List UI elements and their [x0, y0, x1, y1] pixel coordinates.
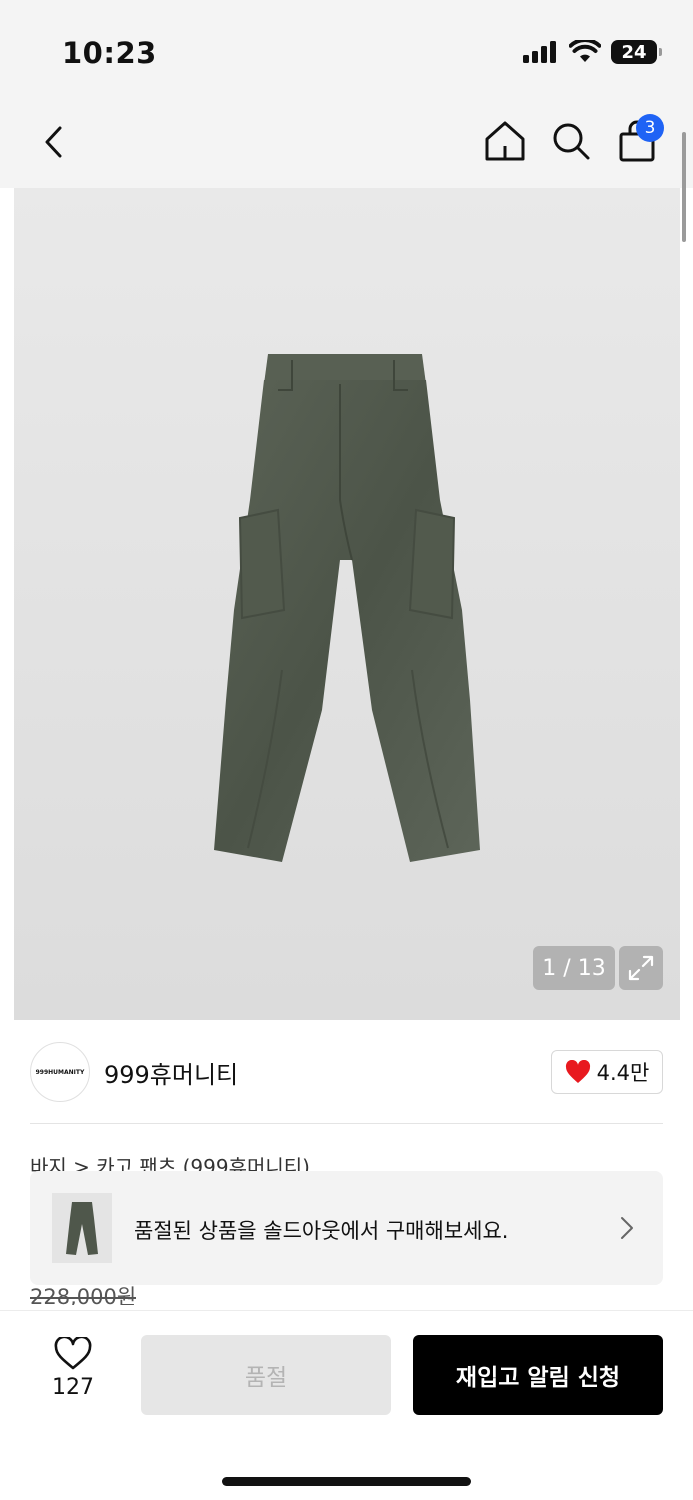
nav-bar [0, 100, 693, 188]
brand-like-count: 4.4만 [596, 1061, 650, 1085]
brand-row: 999HUMANITY 999휴머니티 4.4만 [0, 1020, 693, 1124]
brand-logo[interactable]: 999HUMANITY [30, 1042, 90, 1102]
home-indicator [222, 1477, 471, 1486]
cart-count-badge: 3 [636, 114, 664, 142]
scroll-indicator[interactable] [682, 132, 686, 242]
status-icons: 24 [523, 40, 662, 64]
product-photo [214, 354, 480, 862]
product-image-gallery[interactable]: 1 / 13 [14, 188, 680, 1020]
chevron-right-icon [621, 1217, 633, 1239]
divider [30, 1123, 663, 1124]
breadcrumb[interactable]: 바지 > 카고 팬츠 (999휴머니티) [30, 1152, 663, 1172]
status-time: 10:23 [62, 36, 157, 70]
home-button[interactable] [482, 118, 528, 164]
brand-logo-text: 999HUMANITY [35, 1068, 85, 1076]
brand-name[interactable]: 999휴머니티 [104, 1055, 238, 1090]
expand-image-button[interactable] [619, 946, 663, 990]
battery-level: 24 [621, 41, 647, 63]
restock-alert-button[interactable]: 재입고 알림 신청 [413, 1335, 663, 1415]
brand-like-button[interactable]: 4.4만 [551, 1050, 663, 1094]
wifi-icon [569, 40, 601, 62]
heart-outline-icon [54, 1337, 92, 1370]
heart-filled-icon [565, 1060, 590, 1083]
expand-icon [628, 955, 654, 981]
search-icon [553, 123, 590, 160]
status-bar: 10:23 24 [0, 0, 693, 100]
banner-text: 품절된 상품을 솔드아웃에서 구매해보세요. [134, 1219, 509, 1243]
search-button[interactable] [548, 118, 594, 164]
soldout-button[interactable]: 품절 [141, 1335, 391, 1415]
banner-thumbnail [52, 1193, 112, 1263]
original-price: 228,000원 [30, 1285, 137, 1305]
wishlist-button[interactable]: 127 [40, 1337, 106, 1407]
signal-icon [523, 41, 556, 63]
wishlist-count: 127 [52, 1375, 94, 1400]
soldout-banner[interactable]: 품절된 상품을 솔드아웃에서 구매해보세요. [30, 1171, 663, 1285]
back-button[interactable] [34, 120, 74, 164]
pants-thumbnail [66, 1202, 98, 1255]
back-icon [45, 126, 62, 158]
bottom-action-bar: 127 품절 재입고 알림 신청 [0, 1310, 693, 1500]
battery-icon: 24 [611, 40, 662, 64]
image-counter: 1 / 13 [533, 946, 615, 990]
home-icon [485, 121, 525, 161]
